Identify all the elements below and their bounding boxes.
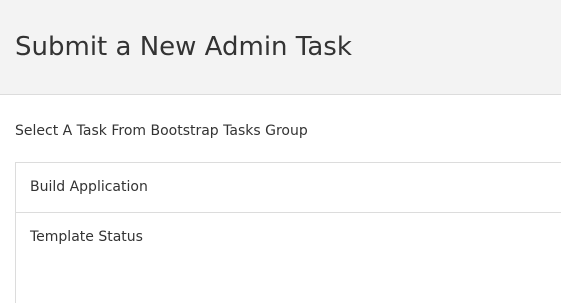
task-item-label: Template Status bbox=[30, 229, 143, 245]
task-group-label: Select A Task From Bootstrap Tasks Group bbox=[15, 123, 308, 139]
task-item-template-status[interactable]: Template Status bbox=[16, 213, 561, 262]
task-list: Build Application Template Status bbox=[15, 162, 561, 303]
task-item-label: Build Application bbox=[30, 179, 148, 195]
page-header: Submit a New Admin Task bbox=[0, 0, 561, 95]
task-item-build-application[interactable]: Build Application bbox=[16, 163, 561, 213]
page-title: Submit a New Admin Task bbox=[15, 32, 352, 62]
